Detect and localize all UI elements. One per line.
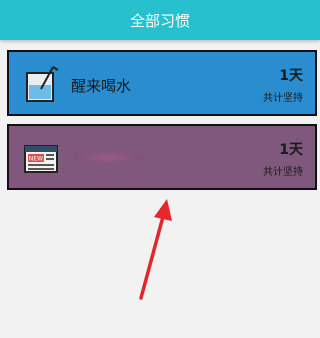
app-title-bar: 全部习惯 [0,0,320,40]
habit-total-label: 共计坚持 [263,167,303,178]
water-cup-icon [26,66,59,102]
newspaper-icon: NEW [24,145,58,173]
habit-name: 醒来喝水 [71,77,132,95]
habit-name-obscured [73,154,143,161]
habit-total-label: 共计坚持 [263,93,303,104]
habit-card-news[interactable]: NEW 1天 共计坚持 [7,124,317,190]
page-title: 全部习惯 [129,11,190,30]
pointer-arrow-icon [139,199,172,300]
habit-days-count: 1天 [279,142,303,158]
habit-card-drink-water[interactable]: 醒来喝水 1天 共计坚持 [7,50,317,116]
habit-days-count: 1天 [279,68,303,84]
svg-text:NEW: NEW [29,156,43,163]
